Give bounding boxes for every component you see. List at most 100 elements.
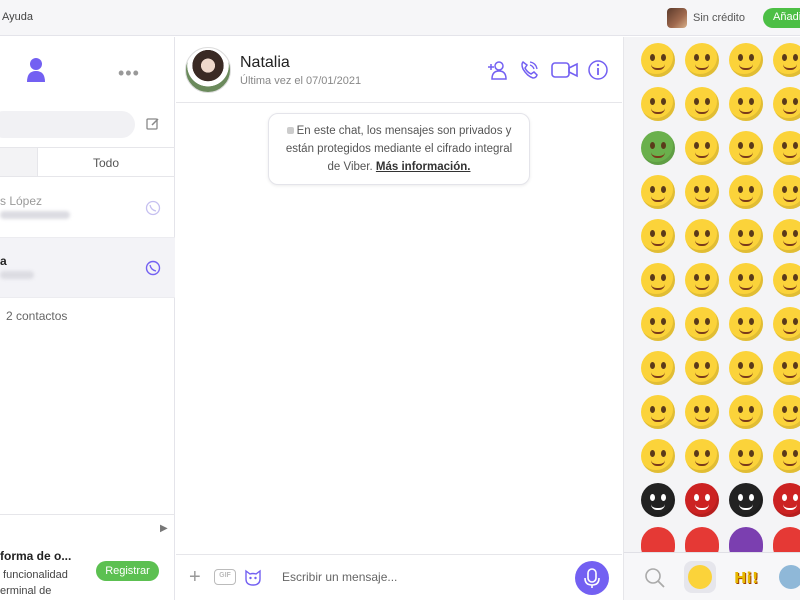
emoji-item[interactable]: [685, 483, 719, 517]
promo-banner: ▶ forma de o... funcionalidad erminal de…: [0, 514, 175, 600]
emoji-item[interactable]: [729, 439, 763, 473]
contact-avatar[interactable]: [185, 47, 231, 93]
conversation-header: Natalia Última vez el 07/01/2021: [176, 37, 622, 103]
plus-icon[interactable]: +: [189, 566, 201, 589]
emoji-item[interactable]: [685, 43, 719, 77]
emoji-tab-icon[interactable]: [684, 561, 716, 593]
viber-icon: [145, 200, 161, 216]
emoji-item[interactable]: [641, 351, 675, 385]
emoji-item[interactable]: [685, 439, 719, 473]
sticker-icon[interactable]: [243, 567, 263, 587]
emoji-item[interactable]: [641, 439, 675, 473]
last-seen: Última vez el 07/01/2021: [240, 75, 362, 87]
tab-all[interactable]: Todo: [93, 156, 119, 170]
emoji-item[interactable]: [729, 351, 763, 385]
tab-recent[interactable]: [0, 148, 38, 176]
emoji-item[interactable]: [729, 131, 763, 165]
gif-icon[interactable]: GIF: [214, 569, 236, 585]
emoji-item[interactable]: [773, 307, 800, 341]
emoji-item[interactable]: [641, 43, 675, 77]
mic-button[interactable]: [575, 561, 609, 595]
chat-list-panel: ••• Todo s López a 2 contactos ▶ forma d…: [0, 37, 175, 600]
search-input[interactable]: [0, 111, 135, 138]
emoji-item[interactable]: [685, 219, 719, 253]
sticker-pack-icon[interactable]: [779, 565, 800, 589]
add-credit-button[interactable]: Añadir: [763, 8, 800, 28]
emoji-item[interactable]: [773, 43, 800, 77]
emoji-item[interactable]: [729, 175, 763, 209]
message-input[interactable]: Escribir un mensaje...: [282, 570, 397, 584]
stickers-tab-icon[interactable]: Hi!: [732, 561, 764, 593]
conversation-panel: Natalia Última vez el 07/01/2021 En este…: [176, 37, 622, 600]
emoji-item[interactable]: [773, 175, 800, 209]
contacts-count[interactable]: 2 contactos: [6, 309, 67, 323]
emoji-item[interactable]: [685, 351, 719, 385]
emoji-item[interactable]: [641, 219, 675, 253]
emoji-item[interactable]: [641, 483, 675, 517]
emoji-item[interactable]: [729, 395, 763, 429]
emoji-item[interactable]: [729, 483, 763, 517]
chat-preview: [0, 271, 34, 279]
flag-icon[interactable]: ▶: [160, 523, 168, 534]
viber-window: Ayuda Sin crédito Añadir ••• Todo s Lópe…: [0, 0, 800, 600]
chat-tabs: Todo: [0, 147, 175, 177]
emoji-item[interactable]: [773, 527, 800, 552]
emoji-item[interactable]: [729, 263, 763, 297]
emoji-tabs: Hi!: [624, 552, 800, 600]
emoji-item[interactable]: [641, 395, 675, 429]
emoji-item[interactable]: [685, 395, 719, 429]
emoji-item[interactable]: [685, 263, 719, 297]
info-icon[interactable]: [587, 59, 609, 81]
emoji-item[interactable]: [729, 527, 763, 552]
message-composer: + GIF Escribir un mensaje...: [176, 554, 622, 600]
add-participant-icon[interactable]: [486, 59, 508, 81]
contact-name[interactable]: Natalia: [240, 54, 290, 72]
emoji-item[interactable]: [685, 87, 719, 121]
emoji-item[interactable]: [641, 131, 675, 165]
emoji-item[interactable]: [685, 307, 719, 341]
emoji-item[interactable]: [773, 483, 800, 517]
user-avatar[interactable]: [667, 8, 687, 28]
video-icon[interactable]: [551, 59, 579, 81]
chat-list-item[interactable]: s López: [0, 178, 175, 238]
help-menu[interactable]: Ayuda: [2, 11, 33, 23]
emoji-item[interactable]: [685, 175, 719, 209]
emoji-item[interactable]: [641, 307, 675, 341]
emoji-item[interactable]: [773, 131, 800, 165]
emoji-panel: Hi!: [623, 37, 800, 600]
emoji-item[interactable]: [685, 131, 719, 165]
promo-title: forma de o...: [0, 549, 72, 563]
emoji-item[interactable]: [729, 307, 763, 341]
chat-name: a: [0, 254, 7, 268]
emoji-grid: [624, 37, 800, 552]
call-icon[interactable]: [518, 59, 540, 81]
emoji-item[interactable]: [773, 263, 800, 297]
emoji-item[interactable]: [773, 395, 800, 429]
register-button[interactable]: Registrar: [96, 561, 159, 581]
lock-icon: [286, 127, 294, 134]
emoji-item[interactable]: [773, 87, 800, 121]
emoji-item[interactable]: [729, 219, 763, 253]
emoji-item[interactable]: [729, 43, 763, 77]
encryption-notice: En este chat, los mensajes son privados …: [268, 113, 530, 185]
emoji-item[interactable]: [641, 175, 675, 209]
search-icon[interactable]: [644, 567, 666, 589]
emoji-item[interactable]: [641, 87, 675, 121]
compose-icon[interactable]: [146, 117, 160, 131]
emoji-item[interactable]: [773, 351, 800, 385]
top-bar: Ayuda Sin crédito Añadir: [0, 0, 800, 36]
credit-label: Sin crédito: [693, 12, 745, 24]
emoji-item[interactable]: [773, 219, 800, 253]
emoji-item[interactable]: [685, 527, 719, 552]
person-icon[interactable]: [26, 57, 46, 83]
more-info-link[interactable]: Más información.: [376, 161, 471, 173]
emoji-item[interactable]: [729, 87, 763, 121]
chat-name: s López: [0, 194, 43, 208]
more-icon[interactable]: •••: [118, 63, 140, 84]
viber-icon: [145, 260, 161, 276]
chat-preview: [0, 211, 70, 219]
chat-list-item-active[interactable]: a: [0, 238, 175, 298]
emoji-item[interactable]: [641, 263, 675, 297]
emoji-item[interactable]: [641, 527, 675, 552]
emoji-item[interactable]: [773, 439, 800, 473]
